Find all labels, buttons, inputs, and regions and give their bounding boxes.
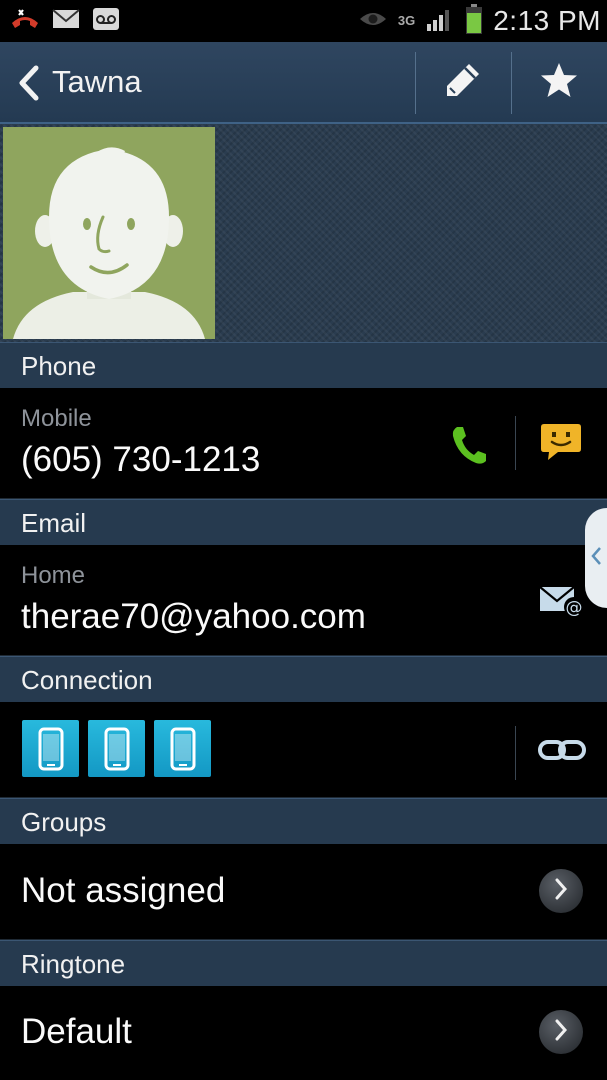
edit-icon (442, 59, 484, 106)
back-icon[interactable] (14, 64, 44, 102)
divider (515, 726, 516, 780)
battery-icon (465, 3, 483, 40)
divider (511, 52, 512, 114)
divider (515, 416, 516, 470)
email-row[interactable]: Home therae70@yahoo.com @ (0, 545, 607, 656)
groups-row[interactable]: Not assigned (0, 844, 607, 940)
clock: 2:13 PM (493, 5, 601, 36)
connection-row (0, 702, 607, 798)
star-icon (539, 61, 579, 104)
favorite-button[interactable] (514, 42, 604, 122)
groups-value: Not assigned (21, 871, 226, 910)
phone-device-icon[interactable] (22, 720, 79, 777)
voicemail-icon (92, 7, 120, 36)
chevron-right-icon (554, 878, 568, 905)
default-avatar-icon (13, 147, 205, 339)
eye-icon (358, 8, 388, 35)
ringtone-row[interactable]: Default (0, 986, 607, 1080)
phone-device-icon[interactable] (154, 720, 211, 777)
connection-section-header: Connection (0, 656, 607, 702)
email-icon (52, 8, 80, 35)
phone-section-header: Phone (0, 342, 607, 388)
chevron-left-icon (590, 546, 602, 571)
email-section-header: Email (0, 499, 607, 545)
phone-device-icon[interactable] (88, 720, 145, 777)
message-icon[interactable] (540, 422, 582, 467)
ringtone-chevron-button[interactable] (539, 1010, 583, 1054)
contact-photo-area (0, 124, 607, 342)
missed-call-icon (10, 7, 40, 36)
contact-avatar[interactable] (3, 127, 215, 339)
groups-chevron-button[interactable] (539, 869, 583, 913)
ringtone-section-header: Ringtone (0, 940, 607, 986)
email-type-label: Home (21, 562, 86, 589)
signal-icon (425, 6, 455, 37)
email-address[interactable]: therae70@yahoo.com (21, 597, 366, 637)
phone-number[interactable]: (605) 730-1213 (21, 440, 260, 480)
status-bar: 3G 2:13 PM (0, 0, 607, 42)
side-panel-handle[interactable] (585, 508, 607, 608)
chevron-right-icon (554, 1019, 568, 1046)
groups-section-header: Groups (0, 798, 607, 844)
action-bar: Tawna (0, 42, 607, 124)
divider (415, 52, 416, 114)
send-email-icon[interactable]: @ (538, 583, 586, 624)
call-icon[interactable] (450, 424, 488, 471)
contact-name-title: Tawna (52, 64, 142, 99)
network-type: 3G (397, 13, 416, 28)
link-icon[interactable] (538, 738, 586, 767)
phone-row[interactable]: Mobile (605) 730-1213 (0, 388, 607, 499)
svg-text:@: @ (566, 598, 583, 618)
ringtone-value: Default (21, 1012, 132, 1051)
edit-button[interactable] (418, 42, 508, 122)
phone-type-label: Mobile (21, 405, 92, 432)
